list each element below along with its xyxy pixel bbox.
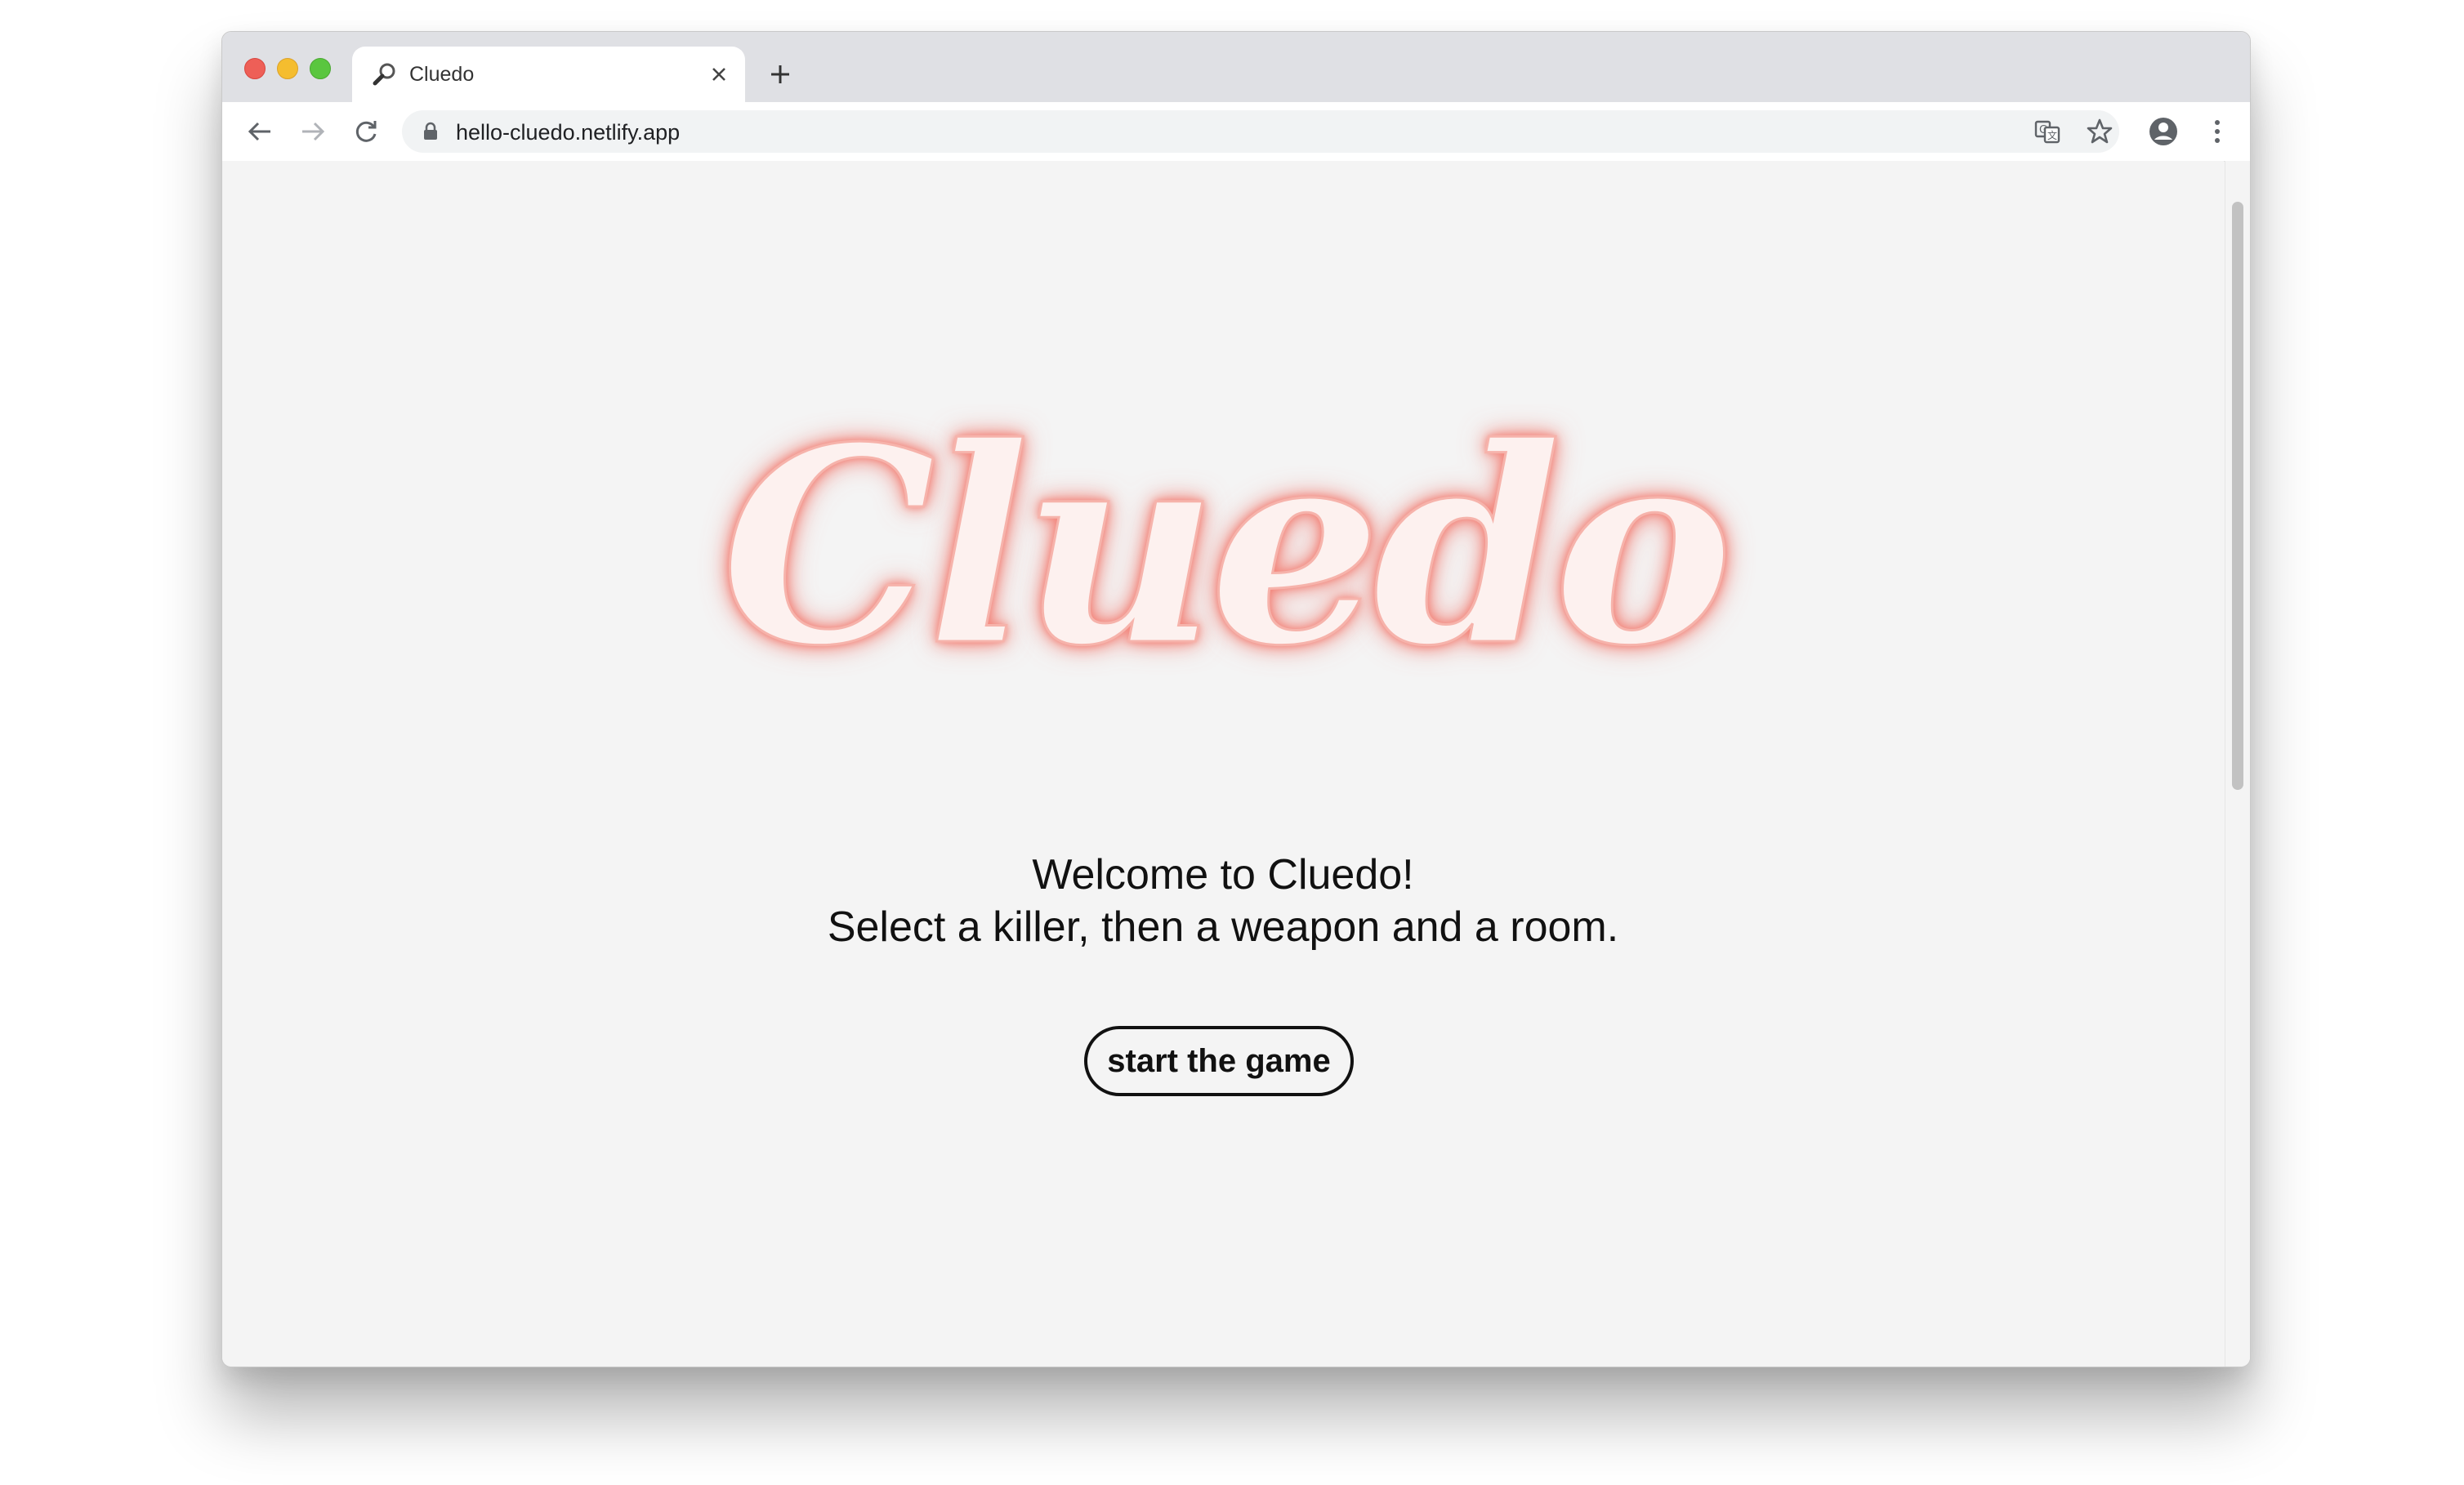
cluedo-logo: Cluedo [720, 388, 1734, 705]
welcome-line-2: Select a killer, then a weapon and a roo… [827, 903, 1619, 951]
arrow-left-icon[interactable] [243, 115, 276, 148]
scrollbar-thumb[interactable] [2232, 202, 2243, 790]
new-tab-icon[interactable] [764, 58, 797, 91]
address-bar[interactable]: hello-cluedo.netlify.app G 文 [402, 110, 2119, 153]
vertical-scrollbar[interactable] [2225, 161, 2250, 1367]
window-close-button[interactable] [244, 58, 266, 79]
account-icon[interactable] [2147, 115, 2180, 148]
welcome-message: Welcome to Cluedo! Select a killer, then… [222, 849, 2224, 953]
window-minimize-button[interactable] [277, 58, 298, 79]
welcome-line-1: Welcome to Cluedo! [1032, 851, 1414, 899]
kebab-menu-icon[interactable] [2201, 115, 2234, 148]
star-icon[interactable] [2083, 115, 2116, 148]
window-maximize-button[interactable] [310, 58, 331, 79]
svg-text:文: 文 [2047, 129, 2057, 141]
reload-icon[interactable] [350, 115, 382, 148]
tab-close-icon[interactable] [704, 60, 734, 89]
lock-icon[interactable] [420, 121, 441, 142]
arrow-right-icon[interactable] [297, 115, 329, 148]
browser-window: Cluedo hello-cluedo.netlify.app G 文 Clue… [221, 31, 2251, 1367]
browser-toolbar: hello-cluedo.netlify.app G 文 [222, 102, 2250, 162]
page-content: Cluedo Welcome to Cluedo! Select a kille… [222, 161, 2224, 1367]
url-text[interactable]: hello-cluedo.netlify.app [456, 120, 680, 145]
tab-title: Cluedo [409, 63, 475, 86]
start-game-button[interactable]: start the game [1084, 1026, 1354, 1096]
magnifying-glass-icon [370, 60, 400, 89]
title-bar: Cluedo [222, 32, 2250, 102]
translate-icon[interactable]: G 文 [2031, 115, 2064, 148]
browser-tab[interactable]: Cluedo [352, 47, 745, 102]
